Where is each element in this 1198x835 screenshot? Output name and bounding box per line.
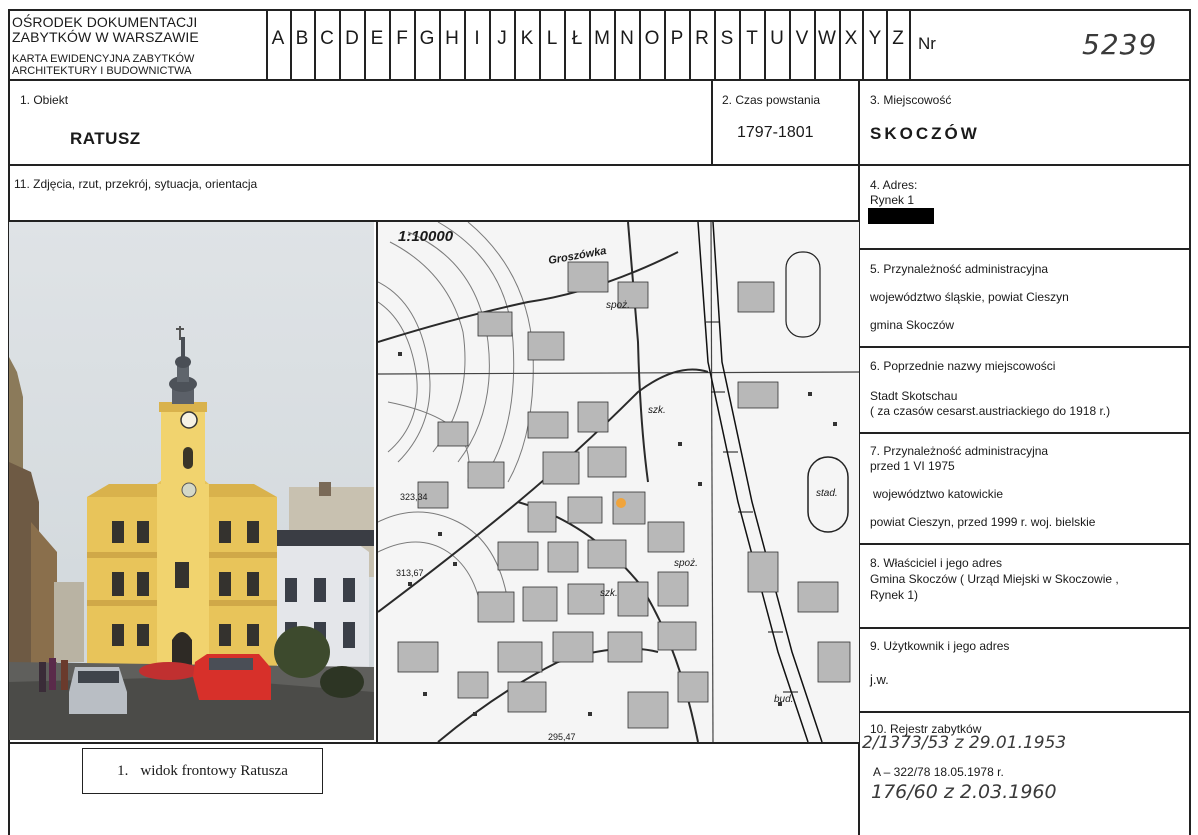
sep-8 [858,627,1190,629]
caption-number: 1. [117,762,129,779]
register-entry3: 176/60 z 2.03.1960 [871,781,1057,803]
admin-1975-sublabel: przed 1 VI 1975 [870,459,955,473]
nr-label: Nr [918,34,936,53]
sep-5 [858,346,1190,348]
map-scale: 1:10000 [398,228,454,245]
town-hall-photo [9,222,374,740]
sep-6 [858,432,1190,434]
letter-cell: P [670,28,684,49]
photo-caption: 1. widok frontowy Ratusza [82,748,323,794]
map-elevation-1: 323,34 [400,492,428,502]
frame-row1-bottom [8,164,1190,166]
map-label-bud: bud. [774,694,794,705]
previous-names-line2: ( za czasów cesarst.austriackiego do 191… [870,404,1111,418]
letter-cell: U [770,28,784,49]
sep-9 [858,711,1190,713]
caption-text: widok frontowy Ratusza [140,762,288,779]
admin-label: 5. Przynależność administracyjna [870,262,1049,276]
letter-cell: Ł [571,28,583,49]
object-label: 1. Obiekt [20,93,69,107]
map-label-spoz-1: spoż. [606,300,630,311]
frame-date-divider [711,79,713,164]
letter-cell: J [497,28,507,49]
frame-photo-bottom [8,742,860,744]
admin-1975-label: 7. Przynależność administracyjna [870,444,1049,458]
topographic-map: 1:10000 Groszówka 323,34 313,67 295,47 s… [378,222,859,742]
card-type: KARTA EWIDENCYJNA ZABYTKÓW ARCHITEKTURY … [12,53,194,77]
user-label: 9. Użytkownik i jego adres [870,639,1010,653]
map-label-szk-2: szk. [600,588,618,599]
map-label-szk-1: szk. [648,405,666,416]
letter-cell: V [795,28,809,49]
letter-cell: A [271,28,285,49]
letter-cell: E [370,28,384,49]
letter-cell: X [844,28,858,49]
map-label-spoz-2: spoż. [674,558,698,569]
institution-line1: OŚRODEK DOKUMENTACJI [12,14,198,30]
letter-cell: Y [868,28,882,49]
address-value: Rynek 1 [870,193,915,207]
locality-label: 3. Miejscowość [870,93,952,107]
address-label: 4. Adres: [870,178,918,192]
map-elevation-2: 313,67 [396,568,424,578]
letter-cell: M [594,28,610,49]
admin-1975-line1: województwo katowickie [873,487,1004,501]
letter-cell: N [620,28,634,49]
date-value: 1797-1801 [737,124,814,141]
letter-cell: L [546,28,558,49]
previous-names-line1: Stadt Skotschau [870,389,958,403]
card-line1: KARTA EWIDENCYJNA ZABYTKÓW [12,53,195,65]
admin-1975-line2: powiat Cieszyn, przed 1999 r. woj. biels… [870,515,1096,529]
letter-cell: Z [892,28,904,49]
register-entry2: A – 322/78 18.05.1978 r. [873,765,1004,779]
letter-cell: I [474,28,480,49]
letter-cell: C [320,28,334,49]
locality-value: SKOCZÓW [870,124,980,143]
institution-name: OŚRODEK DOKUMENTACJI ZABYTKÓW W WARSZAWI… [12,15,199,45]
frame-header-bottom [8,79,1190,81]
admin-line2: gmina Skoczów [870,318,955,332]
user-value: j.w. [870,672,889,687]
owner-line1: Gmina Skoczów ( Urząd Miejski w Skoczowi… [870,572,1119,586]
register-entry1: 2/1373/53 z 29.01.1953 [862,733,1067,753]
letter-cell: G [419,28,435,49]
owner-line2: Rynek 1) [870,588,919,602]
letter-cell: R [695,28,709,49]
admin-line1: województwo śląskie, powiat Cieszyn [870,290,1069,304]
town-hall-photo-drawing [9,222,374,740]
object-value: RATUSZ [70,129,141,148]
letter-cell: F [396,28,408,49]
letter-cell: T [746,28,758,49]
letter-cell: K [520,28,534,49]
frame-top [8,9,1190,11]
letter-cell: B [295,28,309,49]
letter-cell: D [345,28,359,49]
letter-cell: S [720,28,734,49]
institution-line2: ZABYTKÓW W WARSZAWIE [12,29,199,45]
sep-7 [858,543,1190,545]
previous-names-label: 6. Poprzednie nazwy miejscowości [870,359,1056,373]
letter-cell: W [818,28,836,49]
card-line2: ARCHITEKTURY I BUDOWNICTWA [12,65,192,77]
owner-label: 8. Właściciel i jego adres [870,556,1003,570]
map-label-stad: stad. [816,488,838,499]
redaction-bar [868,208,934,224]
letter-cell: H [445,28,459,49]
letter-cell: O [644,28,660,49]
photos-label: 11. Zdjęcia, rzut, przekrój, sytuacja, o… [14,177,258,191]
nr-value: 5239 [1082,28,1158,61]
sep-4 [858,248,1190,250]
date-label: 2. Czas powstania [722,93,821,107]
map-elevation-3: 295,47 [548,732,576,742]
